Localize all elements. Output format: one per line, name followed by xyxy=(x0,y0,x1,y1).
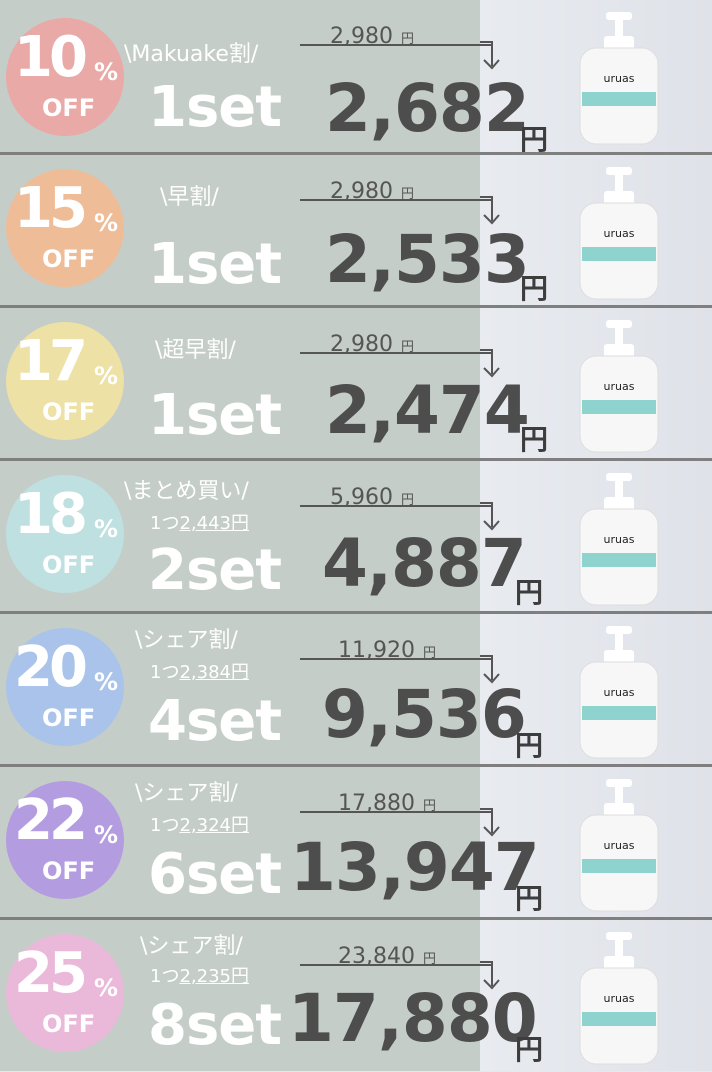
tier-card[interactable]: 10 % OFF \Makuake割/ 1set 2,980 円 2,682 円 … xyxy=(0,0,712,156)
discount-percent: 15 xyxy=(14,176,88,241)
discount-badge: 22 % OFF xyxy=(6,781,124,899)
tagline: \超早割/ xyxy=(155,338,236,363)
down-arrow-icon xyxy=(480,41,500,70)
sale-price: 17,880 xyxy=(288,980,538,1057)
discount-percent: 18 xyxy=(14,482,88,547)
strike-line xyxy=(300,964,492,966)
discount-badge: 10 % OFF xyxy=(6,18,124,136)
off-label: OFF xyxy=(42,551,96,579)
off-label: OFF xyxy=(42,1010,96,1038)
set-count: 6set xyxy=(148,842,282,907)
tier-card[interactable]: 15 % OFF \早割/ 1set 2,980 円 2,533 円 uruas xyxy=(0,155,712,307)
percent-sign: % xyxy=(94,58,119,86)
discount-badge: 17 % OFF xyxy=(6,322,124,440)
tagline: \早割/ xyxy=(160,185,219,210)
off-label: OFF xyxy=(42,245,96,273)
discount-badge: 20 % OFF xyxy=(6,628,124,746)
percent-sign: % xyxy=(94,515,119,543)
unit-price: 1つ2,443円 xyxy=(150,513,249,534)
yen-unit: 円 xyxy=(515,882,544,915)
yen-unit: 円 xyxy=(515,729,544,762)
percent-sign: % xyxy=(94,668,119,696)
yen-unit: 円 xyxy=(520,423,549,456)
off-label: OFF xyxy=(42,94,96,122)
set-count: 8set xyxy=(148,993,282,1058)
tagline: \シェア割/ xyxy=(135,628,238,653)
set-count: 1set xyxy=(148,383,282,448)
discount-percent: 17 xyxy=(14,329,88,394)
set-count: 4set xyxy=(148,689,282,754)
tier-card[interactable]: 25 % OFF \シェア割/ 1つ2,235円 8set 23,840 円 17… xyxy=(0,920,712,1072)
discount-badge: 15 % OFF xyxy=(6,169,124,287)
svg-text:uruas: uruas xyxy=(604,533,635,546)
discount-percent: 20 xyxy=(14,635,88,700)
discount-percent: 10 xyxy=(14,25,88,90)
svg-text:uruas: uruas xyxy=(604,992,635,1005)
bottle-icon: uruas xyxy=(579,626,659,759)
sale-price: 4,887 xyxy=(322,525,527,602)
set-count: 2set xyxy=(148,538,282,603)
yen-unit: 円 xyxy=(520,272,549,305)
tier-card[interactable]: 17 % OFF \超早割/ 1set 2,980 円 2,474 円 uruas xyxy=(0,308,712,460)
unit-price: 1つ2,384円 xyxy=(150,662,249,683)
bottle-icon: uruas xyxy=(579,932,659,1065)
set-count: 1set xyxy=(148,232,282,297)
sale-price: 2,533 xyxy=(325,221,530,298)
strike-line xyxy=(300,352,492,354)
strike-line xyxy=(300,658,492,660)
strike-line xyxy=(300,505,492,507)
bottle-icon: uruas xyxy=(579,12,659,145)
tagline: \シェア割/ xyxy=(135,781,238,806)
discount-percent: 25 xyxy=(14,941,88,1006)
percent-sign: % xyxy=(94,209,119,237)
tier-card[interactable]: 22 % OFF \シェア割/ 1つ2,324円 6set 17,880 円 13… xyxy=(0,767,712,919)
sale-price: 2,682 xyxy=(325,70,530,147)
bottle-icon: uruas xyxy=(579,167,659,300)
tagline: \Makuake割/ xyxy=(124,42,259,67)
svg-text:uruas: uruas xyxy=(604,72,635,85)
sale-price: 13,947 xyxy=(290,829,540,906)
discount-badge: 18 % OFF xyxy=(6,475,124,593)
discount-badge: 25 % OFF xyxy=(6,934,124,1052)
sale-price: 2,474 xyxy=(325,372,530,449)
off-label: OFF xyxy=(42,704,96,732)
percent-sign: % xyxy=(94,362,119,390)
yen-unit: 円 xyxy=(515,1033,544,1066)
set-count: 1set xyxy=(148,75,282,140)
bottle-icon: uruas xyxy=(579,320,659,453)
svg-text:uruas: uruas xyxy=(604,686,635,699)
svg-text:uruas: uruas xyxy=(604,227,635,240)
strike-line xyxy=(300,199,492,201)
yen-unit: 円 xyxy=(515,576,544,609)
svg-text:uruas: uruas xyxy=(604,380,635,393)
strike-line xyxy=(300,44,492,46)
strike-line xyxy=(300,811,492,813)
tier-card[interactable]: 18 % OFF \まとめ買い/ 1つ2,443円 2set 5,960 円 4,… xyxy=(0,461,712,613)
tier-card[interactable]: 20 % OFF \シェア割/ 1つ2,384円 4set 11,920 円 9,… xyxy=(0,614,712,766)
svg-text:uruas: uruas xyxy=(604,839,635,852)
off-label: OFF xyxy=(42,857,96,885)
unit-price: 1つ2,235円 xyxy=(150,966,249,987)
sale-price: 9,536 xyxy=(322,676,527,753)
tagline: \シェア割/ xyxy=(140,934,243,959)
percent-sign: % xyxy=(94,974,119,1002)
unit-price: 1つ2,324円 xyxy=(150,815,249,836)
tagline: \まとめ買い/ xyxy=(124,479,249,504)
percent-sign: % xyxy=(94,821,119,849)
bottle-icon: uruas xyxy=(579,473,659,606)
discount-percent: 22 xyxy=(14,788,88,853)
bottle-icon: uruas xyxy=(579,779,659,912)
off-label: OFF xyxy=(42,398,96,426)
